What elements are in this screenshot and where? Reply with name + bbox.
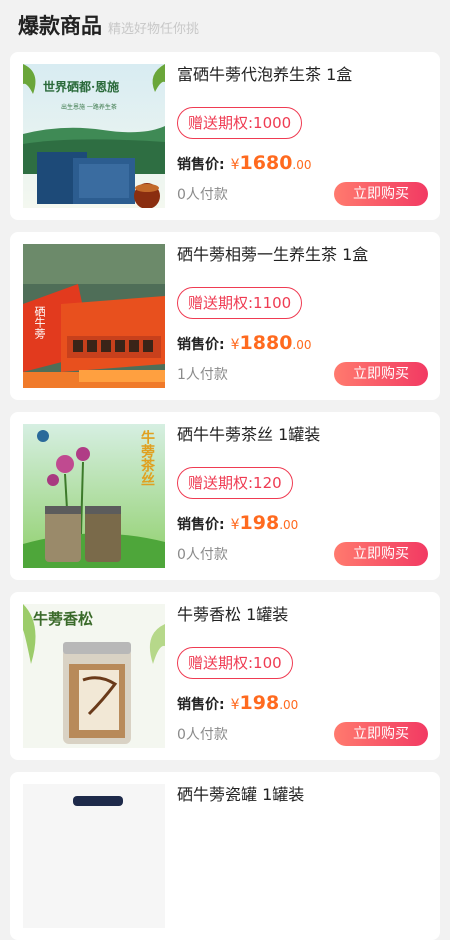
- image-box-text: 硒牛蒡: [33, 306, 46, 339]
- product-image[interactable]: [23, 784, 165, 928]
- price-row: 销售价: ¥ 198 .00: [177, 692, 428, 716]
- product-card[interactable]: 牛蒡香松 牛蒡香松 1罐装 赠送期权:100 销售价: ¥ 198 .00 0人…: [10, 592, 440, 760]
- buy-now-button[interactable]: 立即购买: [334, 182, 428, 206]
- price-decimal: .00: [279, 518, 299, 532]
- price-decimal: .00: [292, 338, 312, 352]
- buy-now-button[interactable]: 立即购买: [334, 722, 428, 746]
- product-info: 硒牛蒡相蒡一生养生茶 1盒 赠送期权:1100 销售价: ¥ 1880 .00 …: [177, 244, 428, 388]
- price-decimal: .00: [292, 158, 312, 172]
- buy-now-button[interactable]: 立即购买: [334, 362, 428, 386]
- product-info: 硒牛蒡瓷罐 1罐装: [177, 784, 428, 928]
- product-name[interactable]: 硒牛蒡相蒡一生养生茶 1盒: [177, 244, 428, 266]
- product-info: 富硒牛蒡代泡养生茶 1盒 赠送期权:1000 销售价: ¥ 1680 .00 0…: [177, 64, 428, 208]
- product-card[interactable]: 牛蒡茶丝 硒牛牛蒡茶丝 1罐装 赠送期权:120 销售价: ¥ 198 .00 …: [10, 412, 440, 580]
- gift-badge: 赠送期权:120: [177, 467, 293, 499]
- price-integer: 1880: [239, 332, 293, 354]
- product-list: 世界硒都·恩施 出生恩施 一路养生茶 富硒牛蒡代泡养生茶 1盒 赠送期权:100…: [0, 52, 450, 940]
- product-name[interactable]: 富硒牛蒡代泡养生茶 1盒: [177, 64, 428, 86]
- price-row: 销售价: ¥ 1680 .00: [177, 152, 428, 176]
- product-image[interactable]: 硒牛蒡: [23, 244, 165, 388]
- image-title-text: 牛蒡香松: [33, 610, 94, 628]
- section-subtitle: 精选好物任你挑: [108, 22, 200, 37]
- price-label: 销售价:: [177, 157, 225, 173]
- price-label: 销售价:: [177, 337, 225, 353]
- price-decimal: .00: [279, 698, 299, 712]
- gift-badge: 赠送期权:1000: [177, 107, 303, 139]
- price-integer: 198: [239, 692, 280, 714]
- product-name[interactable]: 硒牛蒡瓷罐 1罐装: [177, 784, 428, 806]
- paid-count: 1人付款: [177, 367, 228, 383]
- bottom-row: 0人付款 立即购买: [177, 542, 428, 566]
- paid-count: 0人付款: [177, 187, 228, 203]
- image-title-text: 牛蒡茶丝: [139, 430, 155, 486]
- price-row: 销售价: ¥ 1880 .00: [177, 332, 428, 356]
- product-name[interactable]: 硒牛牛蒡茶丝 1罐装: [177, 424, 428, 446]
- price-integer: 198: [239, 512, 280, 534]
- gift-badge: 赠送期权:1100: [177, 287, 303, 319]
- product-card[interactable]: 世界硒都·恩施 出生恩施 一路养生茶 富硒牛蒡代泡养生茶 1盒 赠送期权:100…: [10, 52, 440, 220]
- section-title: 爆款商品: [18, 14, 102, 38]
- price-integer: 1680: [239, 152, 293, 174]
- product-image[interactable]: 牛蒡茶丝: [23, 424, 165, 568]
- buy-now-button[interactable]: 立即购买: [334, 542, 428, 566]
- price-label: 销售价:: [177, 517, 225, 533]
- bottom-row: 1人付款 立即购买: [177, 362, 428, 386]
- product-image[interactable]: 牛蒡香松: [23, 604, 165, 748]
- product-info: 硒牛牛蒡茶丝 1罐装 赠送期权:120 销售价: ¥ 198 .00 0人付款 …: [177, 424, 428, 568]
- price-row: 销售价: ¥ 198 .00: [177, 512, 428, 536]
- paid-count: 0人付款: [177, 727, 228, 743]
- product-card[interactable]: 硒牛蒡瓷罐 1罐装: [10, 772, 440, 940]
- image-banner-text: 世界硒都·恩施: [43, 80, 120, 94]
- currency-symbol: ¥: [230, 517, 240, 533]
- product-card[interactable]: 硒牛蒡 硒牛蒡相蒡一生养生茶 1盒 赠送期权:1100 销售价: ¥ 1880 …: [10, 232, 440, 400]
- currency-symbol: ¥: [230, 697, 240, 713]
- currency-symbol: ¥: [230, 337, 240, 353]
- image-banner-subtext: 出生恩施 一路养生茶: [61, 104, 117, 111]
- currency-symbol: ¥: [230, 157, 240, 173]
- product-image[interactable]: 世界硒都·恩施 出生恩施 一路养生茶: [23, 64, 165, 208]
- gift-badge: 赠送期权:100: [177, 647, 293, 679]
- section-header: 爆款商品 精选好物任你挑: [0, 0, 450, 52]
- bottom-row: 0人付款 立即购买: [177, 722, 428, 746]
- paid-count: 0人付款: [177, 547, 228, 563]
- product-info: 牛蒡香松 1罐装 赠送期权:100 销售价: ¥ 198 .00 0人付款 立即…: [177, 604, 428, 748]
- bottom-row: 0人付款 立即购买: [177, 182, 428, 206]
- price-label: 销售价:: [177, 697, 225, 713]
- product-name[interactable]: 牛蒡香松 1罐装: [177, 604, 428, 626]
